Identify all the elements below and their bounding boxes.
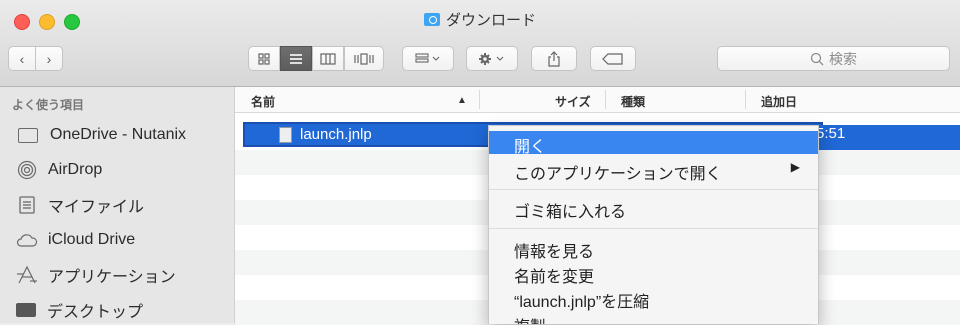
search-icon <box>810 52 824 65</box>
menu-item-rename[interactable]: 名前を変更 <box>489 261 818 286</box>
arrange-button[interactable] <box>402 46 454 71</box>
sidebar-item-label: AirDrop <box>48 161 103 178</box>
column-header-name[interactable]: 名前 <box>251 93 275 110</box>
cover-flow-view-button[interactable] <box>344 46 384 71</box>
column-view-icon <box>320 52 336 65</box>
folder-icon <box>18 127 38 143</box>
sidebar-item-desktop[interactable]: デスクトップ <box>16 296 143 324</box>
sidebar-item-label: アプリケーション <box>48 269 176 286</box>
sidebar-item-label: デスクトップ <box>47 304 144 321</box>
column-divider <box>745 90 746 109</box>
sidebar-item-label: iCloud Drive <box>48 231 136 248</box>
search-placeholder: 検索 <box>829 50 857 67</box>
sidebar-item-onedrive[interactable]: OneDrive - Nutanix <box>16 121 186 149</box>
submenu-arrow-icon: ▶ <box>790 160 800 174</box>
icon-view-icon <box>258 52 270 65</box>
airdrop-icon <box>16 160 38 180</box>
forward-icon: › <box>46 50 52 67</box>
cover-flow-icon <box>354 52 374 65</box>
sidebar: よく使う項目 OneDrive - Nutanix AirDrop マイファイル… <box>0 87 235 323</box>
tag-button[interactable] <box>590 46 636 71</box>
column-header-row: 名前 ▲ サイズ 種類 追加日 <box>235 87 960 113</box>
back-button[interactable]: ‹ <box>8 46 36 71</box>
applications-icon <box>16 265 38 284</box>
window-title-text: ダウンロード <box>445 12 536 29</box>
sidebar-item-label: マイファイル <box>48 199 145 216</box>
menu-item-compress[interactable]: “launch.jnlp”を圧縮 <box>489 286 818 311</box>
column-header-kind[interactable]: 種類 <box>621 93 645 110</box>
arrange-icon <box>415 52 440 63</box>
icon-view-button[interactable] <box>248 46 280 71</box>
menu-item-move-to-trash[interactable]: ゴミ箱に入れる <box>489 196 818 221</box>
downloads-folder-icon <box>423 13 440 26</box>
file-name: launch.jnlp <box>300 126 372 143</box>
search-field[interactable]: 検索 <box>717 46 950 71</box>
list-view-icon <box>290 53 302 64</box>
cloud-icon <box>16 231 38 249</box>
menu-item-duplicate[interactable]: 複製 <box>489 311 818 324</box>
sort-ascending-icon: ▲ <box>457 95 467 106</box>
sidebar-item-all-my-files[interactable]: マイファイル <box>16 191 144 219</box>
column-divider <box>605 90 606 109</box>
column-header-size[interactable]: サイズ <box>555 93 591 110</box>
sidebar-header-favorites: よく使う項目 <box>12 98 85 112</box>
action-menu-button[interactable] <box>466 46 518 71</box>
menu-item-open-with[interactable]: このアプリケーションで開く ▶ <box>489 158 818 183</box>
back-icon: ‹ <box>19 50 25 67</box>
column-divider <box>479 90 480 109</box>
file-date-added: 5:51 <box>816 125 846 142</box>
share-icon <box>548 50 560 67</box>
sidebar-item-airdrop[interactable]: AirDrop <box>16 156 102 184</box>
tag-icon <box>602 52 623 65</box>
all-files-icon <box>16 196 38 214</box>
menu-separator <box>489 228 818 229</box>
sidebar-item-label: OneDrive - Nutanix <box>50 126 187 143</box>
menu-item-open[interactable]: 開く <box>489 131 818 156</box>
column-header-date-added[interactable]: 追加日 <box>761 93 797 110</box>
share-button[interactable] <box>531 46 577 71</box>
gear-icon <box>479 52 504 65</box>
menu-item-get-info[interactable]: 情報を見る <box>489 236 818 261</box>
desktop-icon <box>16 303 36 317</box>
context-menu: 開く このアプリケーションで開く ▶ ゴミ箱に入れる 情報を見る 名前を変更 “… <box>488 125 819 324</box>
forward-button[interactable]: › <box>35 46 63 71</box>
sidebar-item-icloud-drive[interactable]: iCloud Drive <box>16 226 135 254</box>
window-title: ダウンロード <box>0 9 960 30</box>
window-toolbar: ダウンロード ‹ › 検索 <box>0 0 960 87</box>
menu-separator <box>489 189 818 190</box>
sidebar-item-applications[interactable]: アプリケーション <box>16 261 176 289</box>
jnlp-file-icon <box>279 127 292 143</box>
list-view-button[interactable] <box>280 46 312 71</box>
column-view-button[interactable] <box>312 46 344 71</box>
